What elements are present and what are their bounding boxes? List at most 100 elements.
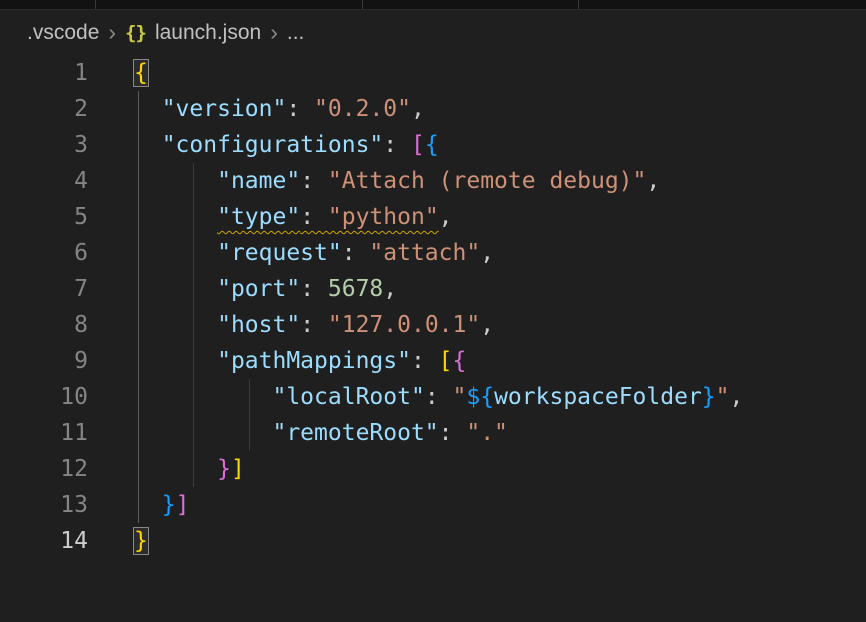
code-token-b1: ] (231, 456, 245, 482)
code-token-plain (134, 492, 162, 518)
code-token-punct: , (411, 96, 425, 122)
code-token-punct: : (383, 132, 411, 158)
code-token-punct: : (300, 312, 328, 338)
code-line[interactable]: 13 }] (0, 487, 866, 523)
code-line[interactable]: 7 "port": 5678, (0, 271, 866, 307)
line-number[interactable]: 2 (0, 91, 88, 127)
code-line[interactable]: 11 "remoteRoot": "." (0, 415, 866, 451)
code-token-key: "host" (217, 312, 300, 338)
code-token-punct: : (439, 420, 467, 446)
code-token-str: " (453, 384, 467, 410)
code-token-b1: } (134, 528, 148, 554)
code-token-key: "localRoot" (272, 384, 424, 410)
line-number[interactable]: 4 (0, 163, 88, 199)
code-token-punct: , (646, 168, 660, 194)
code-token-punct: : (300, 168, 328, 194)
code-token-b2: ] (176, 492, 190, 518)
code-token-key: "type" (217, 204, 300, 230)
code-token-punct: : (300, 276, 328, 302)
code-lines: 1{2 "version": "0.2.0",3 "configurations… (0, 55, 866, 559)
line-number[interactable]: 5 (0, 199, 88, 235)
code-token-punct: : (411, 348, 439, 374)
code-token-key: "version" (162, 96, 287, 122)
code-token-str: "0.2.0" (314, 96, 411, 122)
code-token-plain (134, 312, 217, 338)
code-text: "configurations": [{ (88, 127, 439, 163)
breadcrumb-folder[interactable]: .vscode (27, 21, 99, 45)
code-token-plain (134, 456, 217, 482)
code-token-punct: , (730, 384, 744, 410)
code-token-plain (134, 240, 217, 266)
editor-code-area[interactable]: 1{2 "version": "0.2.0",3 "configurations… (0, 55, 866, 559)
code-token-var: workspaceFolder (494, 384, 702, 410)
code-token-plain (134, 384, 272, 410)
code-token-key: "configurations" (162, 132, 384, 158)
code-token-b3: { (425, 132, 439, 158)
code-text: "localRoot": "${workspaceFolder}", (88, 379, 743, 415)
code-token-str: "127.0.0.1" (328, 312, 480, 338)
code-line[interactable]: 14} (0, 523, 866, 559)
code-token-key: "request" (217, 240, 342, 266)
line-number[interactable]: 6 (0, 235, 88, 271)
code-token-b1: [ (439, 348, 453, 374)
code-text: "remoteRoot": "." (88, 415, 508, 451)
code-text: } (88, 523, 148, 559)
line-number[interactable]: 13 (0, 487, 88, 523)
code-line[interactable]: 8 "host": "127.0.0.1", (0, 307, 866, 343)
code-line[interactable]: 10 "localRoot": "${workspaceFolder}", (0, 379, 866, 415)
line-number[interactable]: 1 (0, 55, 88, 91)
code-text: }] (88, 451, 245, 487)
tab-separator (362, 0, 363, 9)
code-line[interactable]: 2 "version": "0.2.0", (0, 91, 866, 127)
breadcrumb-symbol-more[interactable]: ... (287, 21, 305, 45)
code-line[interactable]: 12 }] (0, 451, 866, 487)
code-line[interactable]: 3 "configurations": [{ (0, 127, 866, 163)
code-text: "version": "0.2.0", (88, 91, 425, 127)
chevron-right-icon: › (270, 21, 278, 44)
line-number[interactable]: 12 (0, 451, 88, 487)
chevron-right-icon: › (108, 21, 116, 44)
code-token-key: "remoteRoot" (272, 420, 438, 446)
json-file-icon: {} (125, 22, 146, 44)
tab-separator (578, 0, 579, 9)
code-line[interactable]: 6 "request": "attach", (0, 235, 866, 271)
breadcrumb-file[interactable]: launch.json (155, 21, 261, 45)
line-number[interactable]: 7 (0, 271, 88, 307)
code-token-punct: , (439, 204, 453, 230)
code-token-b2: } (217, 456, 231, 482)
line-number[interactable]: 14 (0, 523, 88, 559)
code-token-punct: , (480, 240, 494, 266)
code-token-key: "port" (217, 276, 300, 302)
tab-separator (95, 0, 96, 9)
line-number[interactable]: 9 (0, 343, 88, 379)
line-number[interactable]: 10 (0, 379, 88, 415)
code-token-str: "attach" (369, 240, 480, 266)
editor-tab-strip (0, 0, 866, 10)
code-token-str: "." (466, 420, 508, 446)
code-token-plain (134, 168, 217, 194)
code-line[interactable]: 5 "type": "python", (0, 199, 866, 235)
code-token-b2: [ (411, 132, 425, 158)
code-token-b3: } (162, 492, 176, 518)
code-token-key: "name" (217, 168, 300, 194)
code-token-punct: : (342, 240, 370, 266)
code-token-punct: : (300, 204, 328, 230)
vscode-editor-window: .vscode › {} launch.json › ... 1{2 "vers… (0, 0, 866, 559)
code-line[interactable]: 1{ (0, 55, 866, 91)
code-line[interactable]: 4 "name": "Attach (remote debug)", (0, 163, 866, 199)
code-line[interactable]: 9 "pathMappings": [{ (0, 343, 866, 379)
code-text: "name": "Attach (remote debug)", (88, 163, 660, 199)
code-token-key: "pathMappings" (217, 348, 411, 374)
line-number[interactable]: 11 (0, 415, 88, 451)
code-token-plain (134, 276, 217, 302)
code-text: "type": "python", (88, 199, 453, 235)
code-token-punct: : (286, 96, 314, 122)
code-token-b1: { (134, 60, 148, 86)
line-number[interactable]: 3 (0, 127, 88, 163)
line-number[interactable]: 8 (0, 307, 88, 343)
code-token-punct: , (480, 312, 494, 338)
code-token-punct: : (425, 384, 453, 410)
code-token-str: "Attach (remote debug)" (328, 168, 647, 194)
code-token-plain (134, 96, 162, 122)
code-token-num: 5678 (328, 276, 383, 302)
